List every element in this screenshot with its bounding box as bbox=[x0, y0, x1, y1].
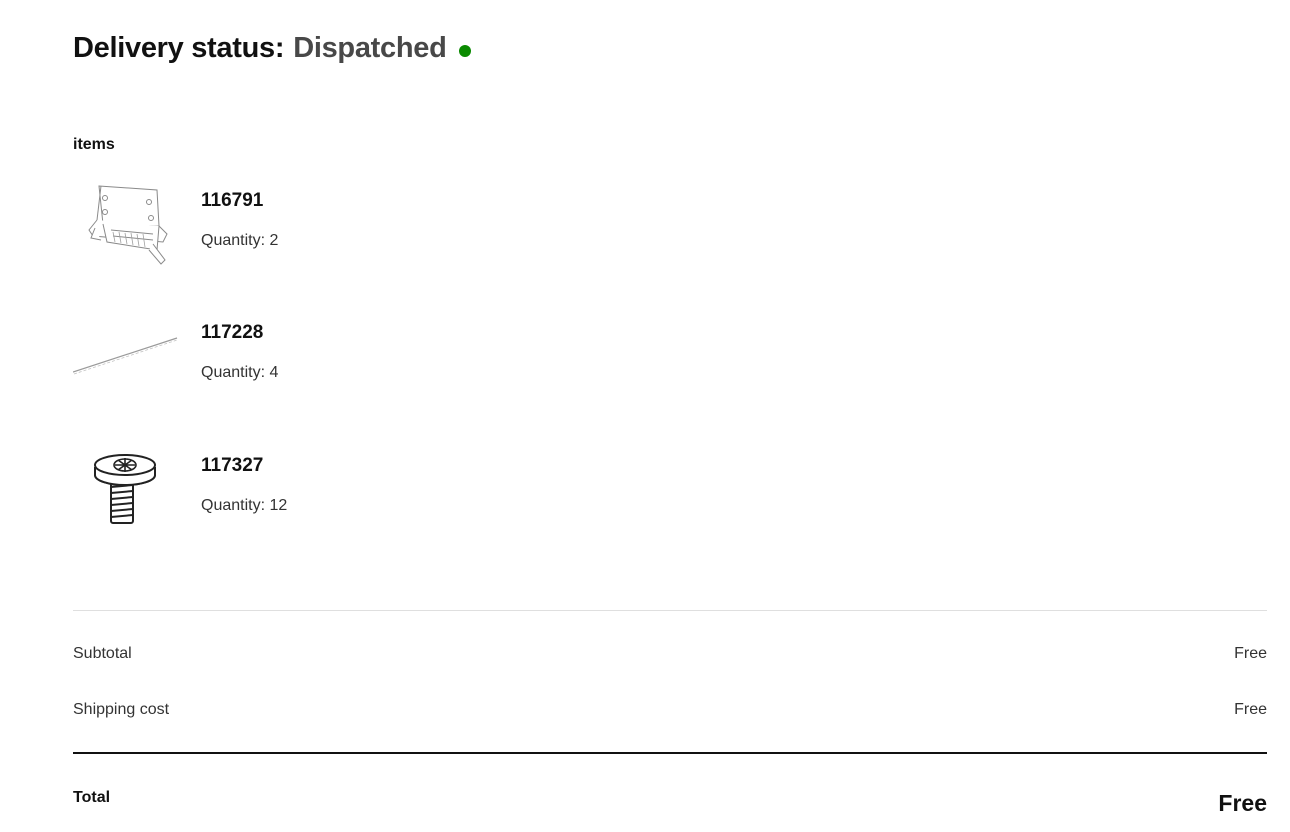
total-value: Free bbox=[1218, 790, 1267, 816]
total-divider bbox=[73, 752, 1267, 754]
item-quantity: Quantity: 4 bbox=[201, 364, 279, 381]
items-heading: items bbox=[73, 136, 115, 153]
item-number: 116791 bbox=[201, 190, 264, 211]
subtotal-label: Subtotal bbox=[73, 645, 132, 662]
shipping-value: Free bbox=[1234, 701, 1267, 718]
item-number: 117327 bbox=[201, 455, 264, 476]
subtotal-value: Free bbox=[1234, 645, 1267, 662]
bracket-part-icon bbox=[73, 180, 179, 280]
item-quantity: Quantity: 2 bbox=[201, 232, 279, 249]
screw-part-icon bbox=[73, 445, 179, 545]
subtotal-row: Subtotal Free bbox=[73, 645, 1267, 669]
status-dot-icon bbox=[458, 44, 471, 57]
list-item: 116791 Quantity: 2 bbox=[73, 180, 573, 280]
delivery-status-value: Dispatched bbox=[293, 32, 447, 64]
shipping-label: Shipping cost bbox=[73, 701, 170, 718]
rod-part-icon bbox=[73, 312, 179, 412]
item-quantity: Quantity: 12 bbox=[201, 497, 288, 514]
list-item: 117327 Quantity: 12 bbox=[73, 445, 573, 545]
delivery-status-heading: Delivery status: Dispatched bbox=[73, 32, 471, 65]
delivery-status-label: Delivery status: bbox=[73, 32, 285, 64]
total-label: Total bbox=[73, 789, 111, 806]
summary-divider bbox=[73, 610, 1267, 611]
order-details: Delivery status: Dispatched items 116791… bbox=[73, 0, 1267, 832]
shipping-row: Shipping cost Free bbox=[73, 701, 1267, 725]
item-number: 117228 bbox=[201, 322, 264, 343]
list-item: 117228 Quantity: 4 bbox=[73, 312, 573, 412]
